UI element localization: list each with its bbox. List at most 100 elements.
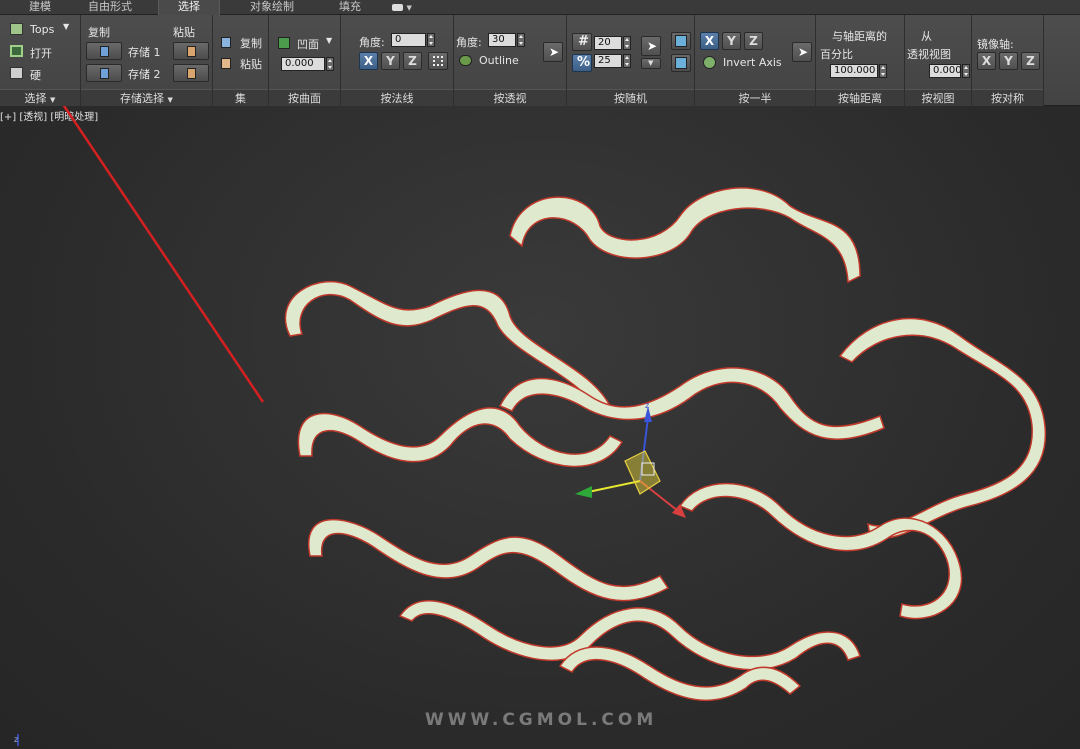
svg-text:z: z <box>14 735 18 744</box>
random-select-button[interactable] <box>671 54 691 72</box>
invert-axis-label: Invert Axis <box>723 56 782 69</box>
percent-icon: % <box>577 55 591 70</box>
viewport-scene: z z <box>14 106 1047 746</box>
wavy-honeycomb-model[interactable] <box>284 187 1047 702</box>
panel-axisdist-footer: 按轴距离 <box>816 89 904 106</box>
tops-dropdown-icon[interactable]: ▼ <box>63 22 69 31</box>
surface-value-field[interactable]: 0.000 <box>281 57 325 71</box>
chevron-down-icon: ▼ <box>326 36 333 45</box>
random-pick-button[interactable]: ➤ <box>641 36 661 56</box>
copy-store2-button[interactable] <box>86 64 122 82</box>
store2-label: 存储 2 <box>128 68 161 81</box>
paste-store1-button[interactable] <box>173 42 209 60</box>
axisdist-label-1: 与轴距离的 <box>832 30 887 43</box>
camera-icon <box>392 3 404 11</box>
paste-store2-button[interactable] <box>173 64 209 82</box>
panel-select-footer[interactable]: 选择 ▼ <box>0 89 80 106</box>
tab-selection[interactable]: 选择 <box>158 0 220 15</box>
panel-by-axis-distance: 与轴距离的 百分比 100.000 按轴距离 <box>816 15 905 106</box>
surface-mode-dropdown[interactable]: 凹面 ▼ <box>278 36 338 52</box>
normal-x-button[interactable]: X <box>359 52 378 70</box>
chevron-down-icon: ▼ <box>167 96 173 104</box>
panel-by-perspective: 角度: 30 Outline ➤ 按透视 <box>454 15 567 106</box>
panel-by-view: 从 透视视图 0.000 按视图 <box>905 15 972 106</box>
random-percent-field[interactable]: 25 <box>594 54 622 68</box>
random-count-toggle[interactable]: # <box>572 33 592 51</box>
view-value-field[interactable]: 0.000 <box>929 64 962 78</box>
model-wall-center <box>498 367 885 441</box>
model-wall-right-bottom <box>678 482 963 620</box>
perspective-pick-button[interactable]: ➤ <box>543 42 563 62</box>
select-icon <box>675 57 687 69</box>
random-percent-toggle[interactable]: % <box>572 54 592 72</box>
outline-toggle[interactable]: Outline <box>459 53 539 69</box>
normal-angle-field[interactable]: 0 <box>391 33 426 47</box>
panel-by-random: # 20 % 25 ➤ ▼ 按随机 <box>567 15 695 106</box>
panel-by-half: X Y Z Invert Axis ➤ 按一半 <box>695 15 816 106</box>
view-value-spinner[interactable] <box>962 64 970 78</box>
normal-y-button[interactable]: Y <box>381 52 400 70</box>
half-x-button[interactable]: X <box>700 32 719 50</box>
random-new-seed-button[interactable] <box>671 32 691 50</box>
view-label-1: 从 <box>921 30 932 43</box>
hard-label: 硬 <box>30 69 41 82</box>
normal-angle-label: 角度: <box>359 36 385 49</box>
tops-icon <box>10 23 23 35</box>
paste-icon <box>187 46 196 57</box>
panel-set-footer: 集 <box>213 89 268 106</box>
random-percent-spinner[interactable] <box>623 54 631 68</box>
view-label-2: 透视视图 <box>907 48 951 61</box>
ribbon: Tops ▼ 打开 硬 选择 ▼ 复制 粘贴 存储 1 存储 2 存储选择 ▼ … <box>0 15 1080 106</box>
grid-icon <box>433 56 443 66</box>
half-z-button[interactable]: Z <box>744 32 763 50</box>
perspective-angle-spinner[interactable] <box>517 33 525 47</box>
gizmo-y-arrow-icon <box>575 486 592 498</box>
mirror-z-button[interactable]: Z <box>1021 52 1040 70</box>
refresh-icon <box>675 35 687 47</box>
axisdist-value-spinner[interactable] <box>879 64 887 78</box>
hard-icon <box>10 67 23 79</box>
tab-modeling[interactable]: 建模 <box>10 0 70 15</box>
tab-object-paint[interactable]: 对象绘制 <box>232 0 312 15</box>
perspective-angle-field[interactable]: 30 <box>488 33 516 47</box>
panel-store-footer[interactable]: 存储选择 ▼ <box>81 89 212 106</box>
panel-by-surface: 凹面 ▼ 0.000 按曲面 <box>269 15 341 106</box>
normal-z-button[interactable]: Z <box>403 52 422 70</box>
surface-value-spinner[interactable] <box>326 57 334 71</box>
axisdist-label-2: 百分比 <box>820 48 853 61</box>
random-count-spinner[interactable] <box>623 36 631 50</box>
mirror-y-button[interactable]: Y <box>999 52 1018 70</box>
copy-icon <box>100 46 109 57</box>
chevron-down-icon: ▼ <box>648 59 654 67</box>
mirror-x-button[interactable]: X <box>977 52 996 70</box>
panel-half-footer: 按一半 <box>695 89 815 106</box>
cursor-icon: ➤ <box>798 45 809 59</box>
panel-perspective-footer: 按透视 <box>454 89 566 106</box>
outline-label: Outline <box>479 54 519 67</box>
tab-populate[interactable]: 填充 <box>325 0 375 15</box>
random-options-dropdown[interactable]: ▼ <box>641 58 661 69</box>
normal-grid-button[interactable] <box>428 52 448 70</box>
random-count-field[interactable]: 20 <box>594 36 622 50</box>
panel-normal-footer: 按法线 <box>341 89 453 106</box>
axisdist-value-field[interactable]: 100.000 <box>830 64 878 78</box>
panel-by-normal: 角度: 0 X Y Z 按法线 <box>341 15 454 106</box>
tab-extra-dropdown[interactable]: ▼ <box>388 0 416 15</box>
set-paste-button[interactable]: 粘贴 <box>221 56 267 72</box>
tops-label: Tops <box>30 23 55 36</box>
half-pick-button[interactable]: ➤ <box>792 42 812 62</box>
set-paste-label: 粘贴 <box>240 58 262 71</box>
invert-axis-toggle[interactable]: Invert Axis <box>703 55 793 71</box>
model-wall-top <box>509 187 861 284</box>
copy-icon <box>100 68 109 79</box>
open-label: 打开 <box>30 47 52 60</box>
copy-store1-button[interactable] <box>86 42 122 60</box>
tab-freeform[interactable]: 自由形式 <box>75 0 145 15</box>
set-copy-button[interactable]: 复制 <box>221 35 267 51</box>
normal-angle-spinner[interactable] <box>427 33 435 47</box>
model-wall-left-bottom <box>307 519 670 602</box>
panel-set: 复制 粘贴 集 <box>213 15 269 106</box>
gizmo-y-axis[interactable] <box>587 480 641 493</box>
half-y-button[interactable]: Y <box>722 32 741 50</box>
axis-tripod-icon: z <box>14 734 19 746</box>
